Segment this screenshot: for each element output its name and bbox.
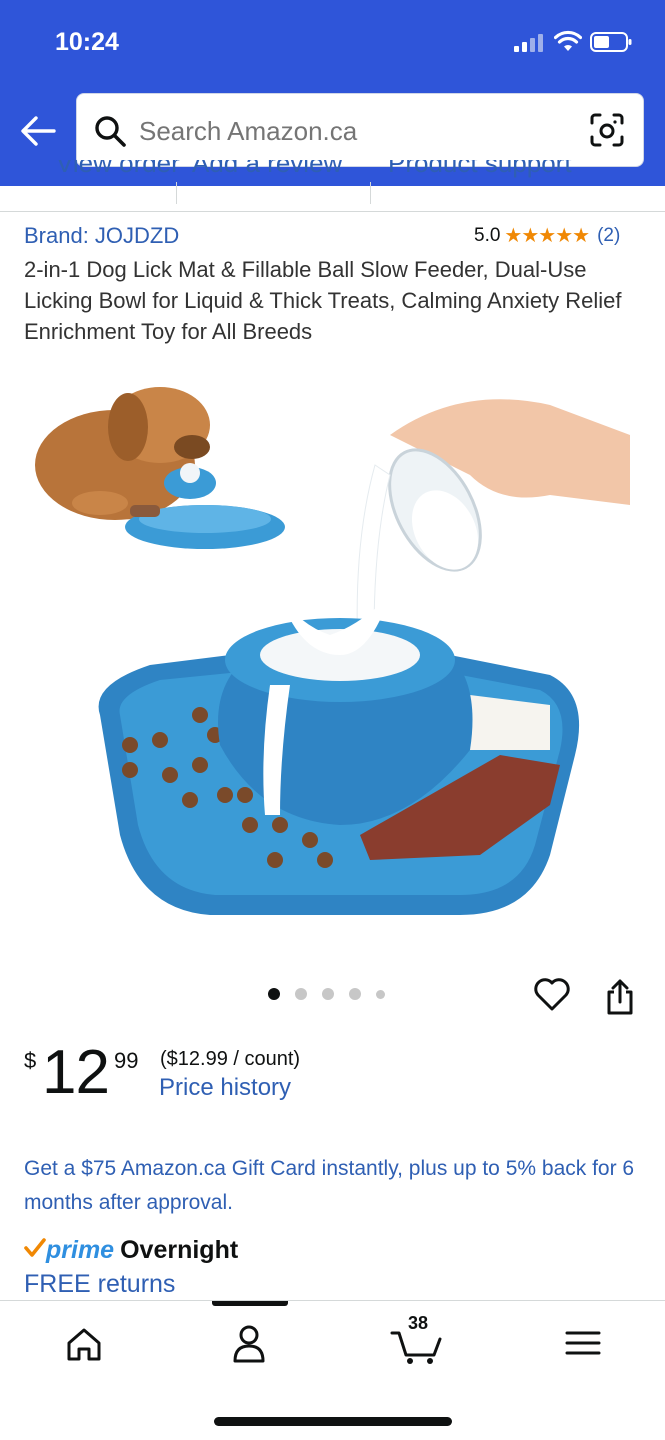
rating[interactable]: 5.0 ★★★★★ (2) (474, 223, 620, 248)
search-bar[interactable] (76, 93, 644, 168)
carousel-dot[interactable] (268, 988, 280, 1000)
delivery-speed: Overnight (120, 1236, 239, 1264)
tab-product-support[interactable]: Product support (388, 160, 572, 184)
home-icon[interactable] (59, 1321, 109, 1365)
search-icon (95, 116, 126, 147)
gift-card-promo-link[interactable]: Get a $75 Amazon.ca Gift Card instantly,… (24, 1152, 649, 1220)
dog-photo (35, 387, 285, 549)
prime-delivery: prime Overnight (24, 1236, 238, 1265)
home-indicator (214, 1417, 452, 1426)
order-tabs: View order Add a review Product support (0, 160, 665, 212)
tab-divider (176, 182, 177, 204)
bottom-nav: 38 (0, 1300, 665, 1440)
tab-view-order[interactable]: View order (56, 160, 180, 184)
status-time: 10:24 (55, 28, 119, 56)
search-input[interactable] (139, 94, 579, 168)
heart-icon[interactable] (533, 976, 571, 1012)
product-image[interactable] (30, 355, 640, 935)
tab-divider (370, 182, 371, 204)
carousel-dot[interactable] (295, 988, 307, 1000)
price-fraction: 99 (114, 1048, 139, 1073)
price-symbol: $ (24, 1048, 37, 1073)
back-arrow-icon[interactable] (18, 113, 58, 149)
prime-logo: prime (46, 1236, 115, 1264)
rating-count[interactable]: (2) (597, 225, 620, 247)
lick-mat-feeder (98, 595, 580, 915)
rating-value: 5.0 (474, 224, 501, 246)
menu-icon[interactable] (558, 1321, 608, 1365)
unit-price: ($12.99 / count) (160, 1048, 301, 1070)
carousel-dot[interactable] (349, 988, 361, 1000)
carousel-dot[interactable] (322, 988, 334, 1000)
camera-search-icon[interactable] (589, 112, 625, 148)
share-icon[interactable] (604, 978, 636, 1016)
price-history-link[interactable]: Price history (159, 1074, 291, 1102)
tab-add-review[interactable]: Add a review (192, 160, 342, 184)
prime-check-icon (24, 1238, 46, 1257)
cellular-signal-icon (514, 34, 543, 52)
image-carousel-dots[interactable] (268, 988, 400, 1000)
product-title: 2-in-1 Dog Lick Mat & Fillable Ball Slow… (24, 257, 622, 344)
battery-icon (590, 32, 632, 52)
active-tab-indicator (212, 1301, 288, 1306)
rating-stars: ★★★★★ (504, 225, 590, 247)
cart-count-badge: 38 (408, 1313, 429, 1333)
price-whole: 12 (42, 1038, 110, 1107)
free-returns-link[interactable]: FREE returns (24, 1270, 175, 1299)
wifi-icon (554, 30, 582, 51)
carousel-dot[interactable] (376, 989, 385, 999)
header: 10:24 (0, 0, 665, 186)
account-icon[interactable] (224, 1321, 274, 1365)
brand-link[interactable]: Brand: JOJDZD (24, 223, 179, 249)
